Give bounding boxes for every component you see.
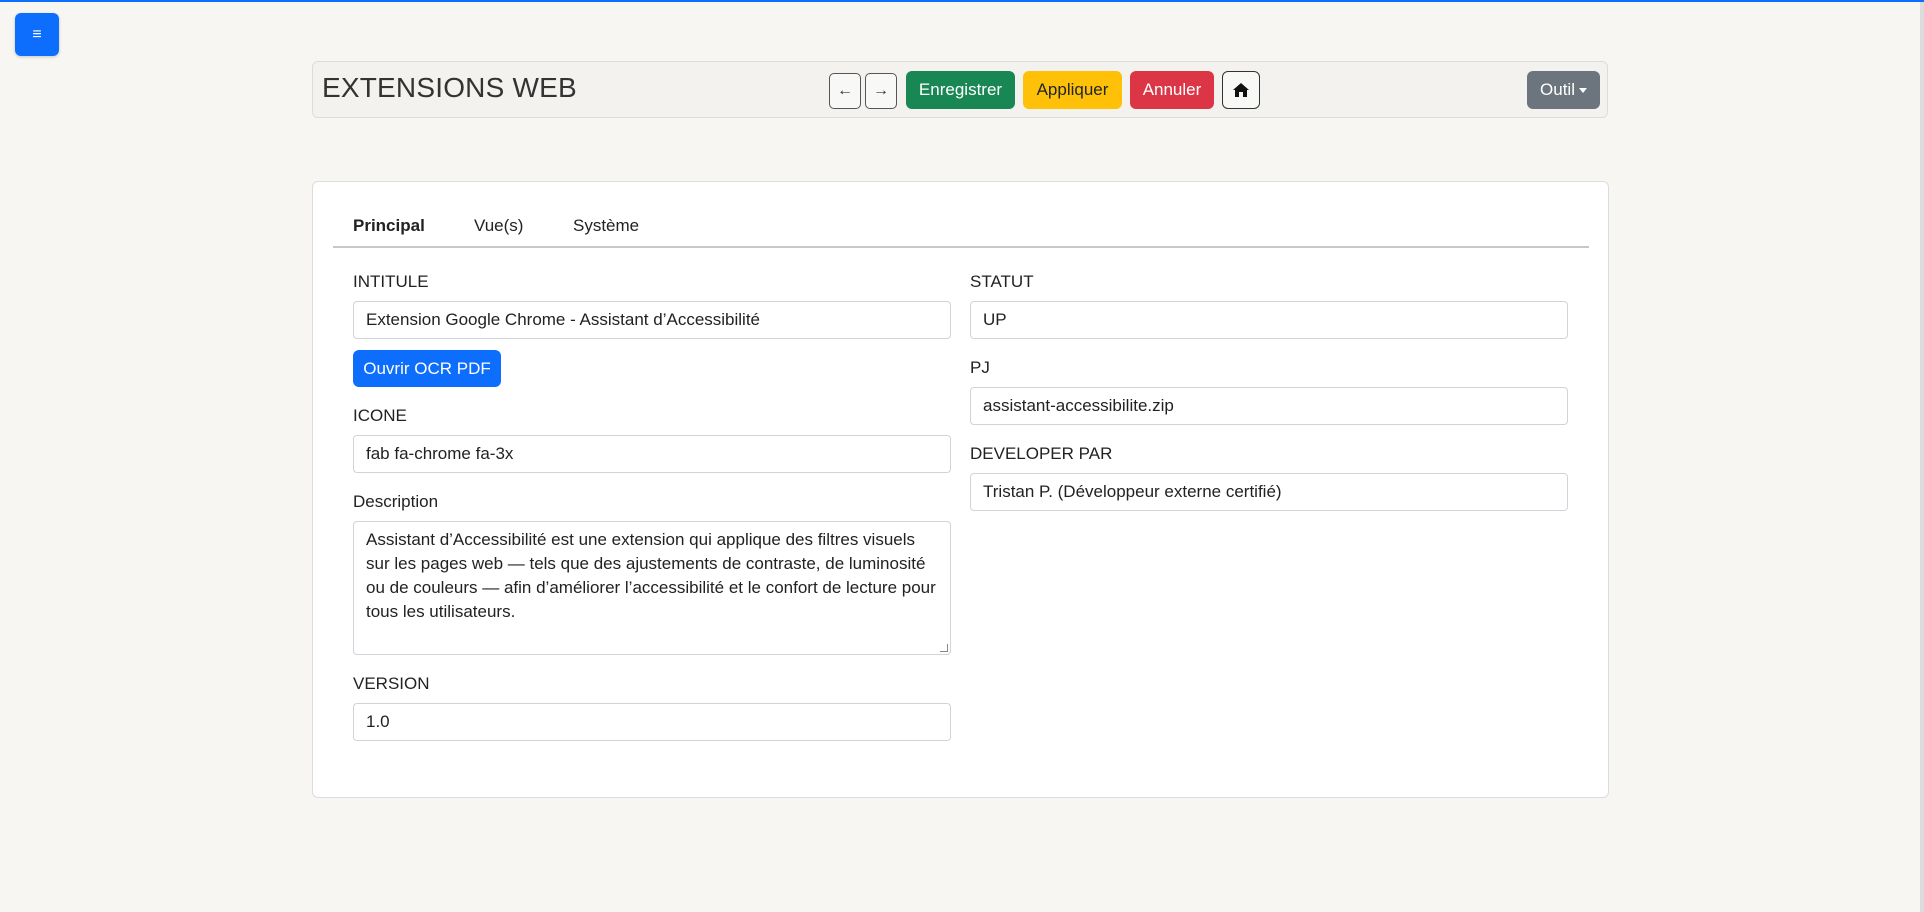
intitule-input[interactable]: Extension Google Chrome - Assistant d’Ac… (353, 301, 951, 339)
developer-label: DEVELOPER PAR (970, 444, 1113, 463)
arrow-left-icon: ← (837, 82, 853, 99)
menu-toggle-button[interactable]: ≡ (15, 13, 59, 56)
tools-dropdown-button[interactable]: Outil (1527, 71, 1600, 109)
version-label: VERSION (353, 674, 430, 693)
home-button[interactable] (1222, 71, 1260, 109)
tab-bar: Principal Vue(s) Système (333, 206, 1589, 248)
hamburger-icon: ≡ (32, 25, 42, 43)
developer-input[interactable]: Tristan P. (Développeur externe certifié… (970, 473, 1568, 511)
form-card: Principal Vue(s) Système INTITULE Extens… (312, 181, 1609, 798)
caret-down-icon (1578, 87, 1587, 93)
icone-label: ICONE (353, 406, 407, 425)
version-input[interactable]: 1.0 (353, 703, 951, 741)
tab-principal[interactable]: Principal (353, 216, 425, 236)
forward-button[interactable]: → (865, 73, 897, 109)
pj-label: PJ (970, 358, 990, 377)
back-button[interactable]: ← (829, 73, 861, 109)
cancel-button[interactable]: Annuler (1130, 71, 1214, 109)
description-textarea[interactable]: Assistant d’Accessibilité est une extens… (353, 521, 951, 655)
open-ocr-pdf-button[interactable]: Ouvrir OCR PDF (353, 350, 501, 387)
tools-label: Outil (1540, 80, 1575, 99)
page-title: EXTENSIONS WEB (322, 72, 577, 103)
home-icon (1233, 83, 1249, 97)
arrow-right-icon: → (873, 82, 889, 99)
save-button[interactable]: Enregistrer (906, 71, 1015, 109)
intitule-label: INTITULE (353, 272, 429, 291)
tab-systeme[interactable]: Système (573, 216, 639, 236)
tab-vues[interactable]: Vue(s) (474, 216, 523, 236)
apply-button[interactable]: Appliquer (1023, 71, 1122, 109)
description-text: Assistant d’Accessibilité est une extens… (366, 530, 936, 621)
pj-input[interactable]: assistant-accessibilite.zip (970, 387, 1568, 425)
statut-label: STATUT (970, 272, 1034, 291)
header-toolbar: EXTENSIONS WEB ← → Enregistrer Appliquer… (312, 61, 1608, 118)
resize-handle-icon[interactable] (940, 644, 948, 652)
icone-input[interactable]: fab fa-chrome fa-3x (353, 435, 951, 473)
window-edge (1920, 2, 1924, 912)
description-label: Description (353, 492, 439, 511)
statut-input[interactable]: UP (970, 301, 1568, 339)
